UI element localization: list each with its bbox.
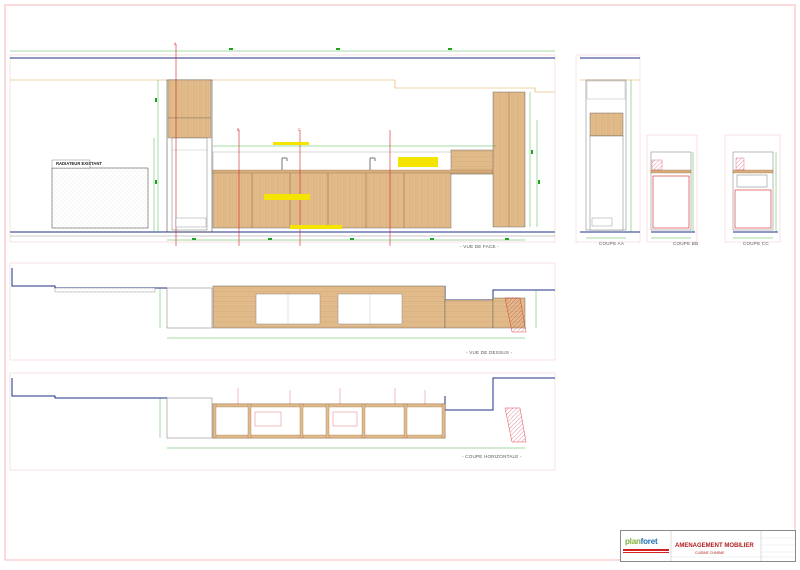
front-view	[9, 44, 556, 246]
section-aa	[575, 54, 641, 243]
worktop-top	[212, 285, 446, 329]
title-block: planforet AMENAGEMENT MOBILIER CUISINE C…	[620, 530, 796, 562]
top-view	[9, 262, 556, 361]
upper-cabinet-left	[167, 79, 212, 119]
top-view-title: - VUE DE DESSUS -	[466, 350, 513, 355]
section-bb-title: COUPE BB	[673, 241, 699, 246]
cut-marker-c: C	[298, 128, 301, 132]
fridge-niche	[171, 137, 208, 231]
radiator	[51, 167, 149, 229]
cut-marker-b: B	[237, 128, 240, 132]
base-cabinets	[212, 171, 452, 229]
cut-marker-a: A	[174, 42, 177, 46]
section-cc	[724, 134, 781, 243]
horizontal-view-title: - COUPE HORIZONTALE -	[462, 454, 522, 459]
title-block-grid	[623, 531, 795, 561]
radiator-label: RADIATEUR EXISTANT	[56, 161, 102, 166]
tap-left	[281, 157, 288, 170]
section-aa-title: COUPE AA	[599, 241, 625, 246]
drawing-sheet	[0, 0, 800, 565]
section-bb	[646, 134, 698, 243]
section-cc-title: COUPE CC	[743, 241, 769, 246]
tap-right	[369, 157, 376, 170]
front-view-title: - VUE DE FACE -	[460, 244, 499, 249]
